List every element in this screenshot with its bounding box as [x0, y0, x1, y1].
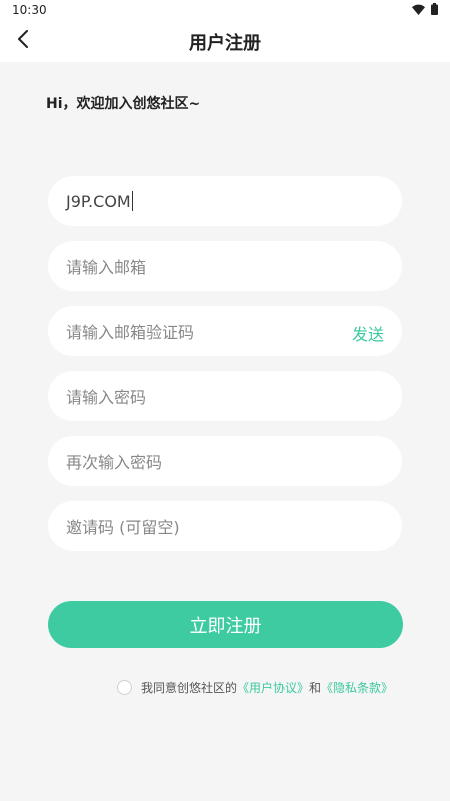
greeting-text: Hi，欢迎加入创悠社区~ [46, 96, 201, 112]
invite-code-field[interactable]: 邀请码 (可留空) [48, 501, 402, 551]
header: 用户注册 [0, 20, 450, 62]
email-placeholder: 请输入邮箱 [66, 258, 147, 277]
status-icons [412, 3, 438, 15]
status-bar: 10:30 [0, 0, 450, 20]
status-time: 10:30 [12, 3, 47, 17]
agreement-and: 和 [309, 681, 322, 695]
password-field[interactable]: 请输入密码 [48, 371, 402, 421]
user-agreement-link[interactable]: 《用户协议》 [237, 679, 309, 696]
password-placeholder: 请输入密码 [66, 388, 147, 407]
username-value: J9P.COM [66, 191, 131, 211]
agreement-prefix: 我同意创悠社区的 [141, 681, 238, 695]
battery-icon [431, 3, 438, 15]
wifi-icon [412, 4, 425, 15]
send-code-button[interactable]: 发送 [352, 321, 384, 345]
email-field[interactable]: 请输入邮箱 [48, 241, 402, 291]
page-title: 用户注册 [189, 33, 261, 54]
username-field[interactable]: J9P.COM [48, 176, 402, 226]
register-button[interactable]: 立即注册 [48, 601, 403, 648]
text-caret [131, 191, 133, 211]
agreement-row: 我同意创悠社区的 《用户协议》 和 《隐私条款》 [117, 679, 393, 696]
privacy-policy-link[interactable]: 《隐私条款》 [321, 679, 393, 696]
confirm-password-placeholder: 再次输入密码 [66, 453, 163, 472]
invite-code-placeholder: 邀请码 (可留空) [66, 518, 180, 537]
confirm-password-field[interactable]: 再次输入密码 [48, 436, 402, 486]
email-code-field[interactable]: 请输入邮箱验证码 发送 [48, 306, 402, 356]
agree-checkbox[interactable] [117, 680, 132, 695]
email-code-placeholder: 请输入邮箱验证码 [66, 323, 195, 342]
